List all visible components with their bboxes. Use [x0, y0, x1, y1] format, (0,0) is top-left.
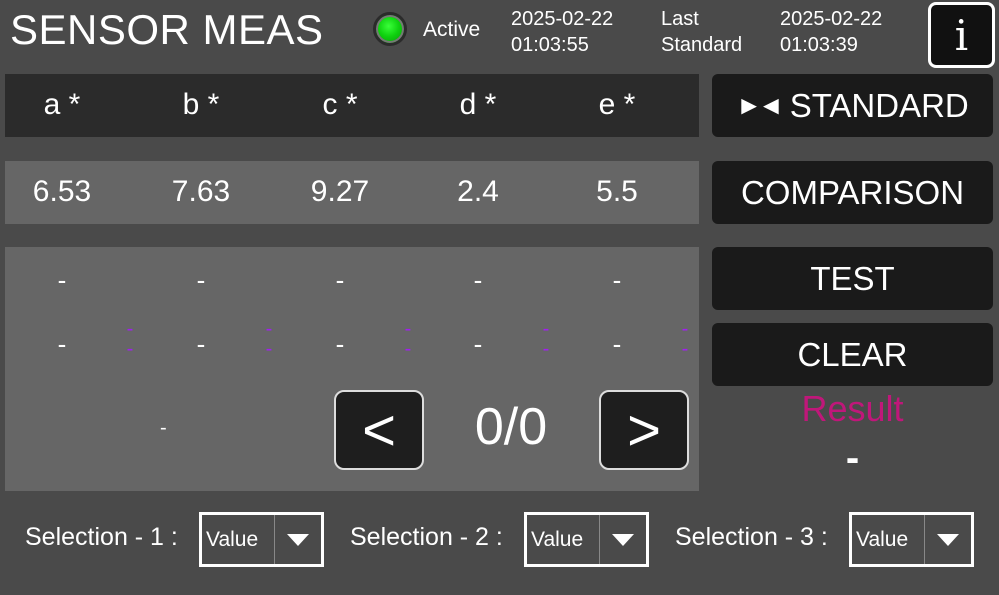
current-time: 01:03:55 [511, 34, 589, 56]
selection-2-value: Value [527, 515, 600, 564]
column-header-c: c * [322, 88, 358, 121]
measurement-header-row: a * b * c * d * e * [5, 74, 699, 137]
diff-mark-b: -- [265, 318, 273, 360]
last-standard-label: Last Standard [661, 6, 742, 58]
chevron-down-icon [600, 515, 646, 564]
comparison-label: COMPARISON [740, 173, 965, 211]
diff-mark-c: -- [404, 318, 412, 360]
result-label: Result [801, 388, 904, 429]
result-row1-a: - [57, 265, 67, 295]
page-title: SENSOR MEAS [10, 6, 324, 53]
selection-1-value: Value [202, 515, 275, 564]
prev-page-button[interactable]: < [334, 390, 424, 470]
column-header-d: d * [459, 88, 497, 121]
last-standard-date: 2025-02-22 [780, 8, 883, 30]
value-b: 7.63 [171, 175, 231, 208]
value-a: 6.53 [32, 175, 92, 208]
clear-button[interactable]: CLEAR [712, 323, 993, 386]
last-standard-label-line2: Standard [661, 34, 743, 56]
standard-button[interactable]: ►◄ STANDARD [712, 74, 993, 137]
selection-3-value: Value [852, 515, 925, 564]
result-row2-b: - [196, 329, 206, 359]
diff-mark-e: -- [681, 318, 689, 360]
value-e: 5.5 [596, 175, 638, 208]
diff-mark-d: -- [542, 318, 550, 360]
result-row2-e: - [612, 329, 622, 359]
measurement-value-row: 6.53 7.63 9.27 2.4 5.5 [5, 161, 699, 224]
clear-label: CLEAR [797, 335, 908, 373]
selection-3-label: Selection - 3 : [675, 523, 828, 551]
chevron-down-icon [275, 515, 321, 564]
standard-icon: ►◄ [736, 90, 784, 120]
selection-2-dropdown[interactable]: Value [524, 512, 649, 567]
test-button[interactable]: TEST [712, 247, 993, 310]
result-row2-c: - [335, 329, 345, 359]
result-row1-e: - [612, 265, 622, 295]
chevron-down-icon [925, 515, 971, 564]
result-value: - [845, 436, 860, 480]
result-row2-d: - [473, 329, 483, 359]
summary-dash: - [160, 417, 167, 439]
page-counter: 0/0 [474, 398, 548, 456]
status-led-icon [373, 12, 407, 46]
diff-mark-a: -- [126, 318, 134, 360]
sensor-meas-screen: SENSOR MEAS Active 2025-02-22 01:03:55 L… [0, 0, 999, 595]
selection-1-dropdown[interactable]: Value [199, 512, 324, 567]
column-header-e: e * [598, 88, 636, 121]
standard-label: STANDARD [789, 86, 969, 124]
info-button[interactable]: i [928, 2, 995, 68]
test-label: TEST [810, 259, 895, 297]
selection-2-label: Selection - 2 : [350, 523, 503, 551]
chevron-left-icon: < [362, 397, 396, 463]
selection-1-label: Selection - 1 : [25, 523, 178, 551]
last-standard-label-line1: Last [661, 8, 699, 30]
result-row1-d: - [473, 265, 483, 295]
value-c: 9.27 [310, 175, 370, 208]
result-row1-c: - [335, 265, 345, 295]
selection-3-dropdown[interactable]: Value [849, 512, 974, 567]
next-page-button[interactable]: > [599, 390, 689, 470]
last-standard-timestamp: 2025-02-22 01:03:39 [780, 6, 882, 58]
status-text: Active [423, 18, 481, 41]
results-panel: - - - - - - - - - - -- -- -- -- -- - < 0… [5, 247, 699, 491]
result-row2-a: - [57, 329, 67, 359]
result-row1-b: - [196, 265, 206, 295]
column-header-a: a * [43, 88, 81, 121]
chevron-right-icon: > [627, 397, 661, 463]
last-standard-time: 01:03:39 [780, 34, 858, 56]
value-d: 2.4 [457, 175, 499, 208]
current-timestamp: 2025-02-22 01:03:55 [511, 6, 613, 58]
current-date: 2025-02-22 [511, 8, 614, 30]
column-header-b: b * [182, 88, 220, 121]
comparison-button[interactable]: COMPARISON [712, 161, 993, 224]
